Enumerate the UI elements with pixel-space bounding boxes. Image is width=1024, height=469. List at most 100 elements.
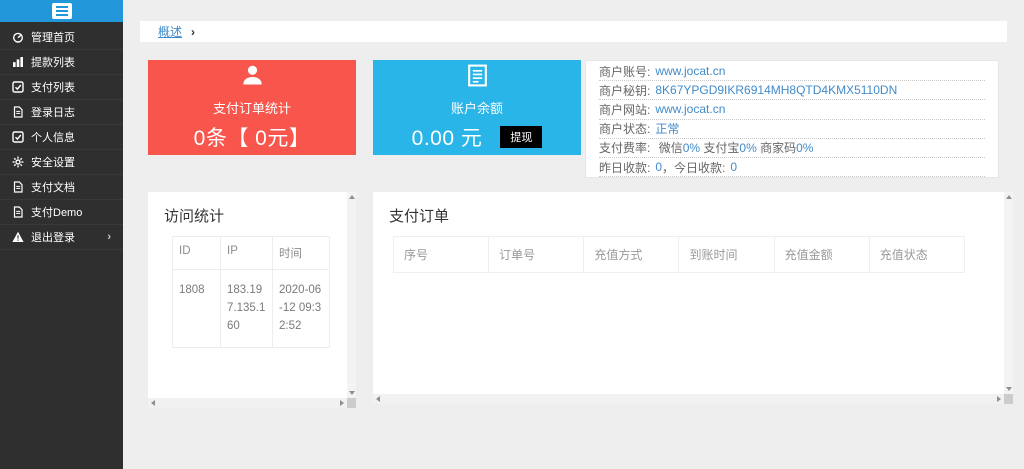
sidebar-item-withdraw-list[interactable]: 提款列表 — [0, 50, 123, 75]
chevron-right-icon: › — [191, 25, 195, 39]
scroll-up-icon[interactable] — [349, 195, 355, 199]
scroll-down-icon[interactable] — [1006, 387, 1012, 391]
balance-value: 0.00 元 — [412, 122, 483, 152]
check-square-icon — [12, 81, 24, 93]
file-icon — [12, 206, 24, 218]
income-row: 昨日收款: 0 ，今日收款: 0 — [599, 158, 985, 177]
today-income-value: 0 — [730, 160, 737, 174]
merchant-account-row: 商户账号: www.jocat.cn — [599, 62, 985, 81]
list-icon — [465, 63, 490, 93]
sidebar-item-label: 安全设置 — [31, 154, 75, 170]
sidebar-item-admin-home[interactable]: 管理首页 — [0, 25, 123, 50]
merchant-website-link[interactable]: www.jocat.cn — [655, 102, 725, 116]
bar-chart-icon — [12, 56, 24, 68]
chevron-right-icon: › — [107, 231, 111, 243]
payment-order-stats-card: 支付订单统计 0条【 0元】 — [148, 60, 356, 155]
hamburger-icon — [56, 6, 68, 8]
merchant-secret-label: 商户秘钥: — [599, 82, 650, 99]
menu-toggle-button[interactable] — [52, 3, 72, 19]
vertical-scrollbar[interactable] — [1004, 192, 1013, 394]
scroll-left-icon[interactable] — [151, 400, 155, 406]
check-square-icon — [12, 131, 24, 143]
sidebar: 管理首页 提款列表 支付列表 登录日志 — [0, 0, 123, 469]
sidebar-item-label: 支付列表 — [31, 79, 75, 95]
column-header-arrival-time: 到账时间 — [679, 237, 774, 273]
stat-card-title: 支付订单统计 — [213, 98, 291, 117]
gears-icon — [12, 156, 24, 168]
merchant-status-label: 商户状态: — [599, 120, 650, 137]
sidebar-item-security-settings[interactable]: 安全设置 — [0, 150, 123, 175]
fee-wechat-value: 0% — [683, 141, 700, 155]
column-header-amount: 充值金额 — [774, 237, 869, 273]
column-header-ip: IP — [221, 237, 273, 270]
merchant-info-panel: 商户账号: www.jocat.cn 商户秘钥: 8K67YPGD9IKR691… — [585, 60, 999, 178]
visit-time-cell: 2020-06-12 09:32:52 — [273, 270, 330, 348]
today-income-label: ，今日收款: — [662, 159, 725, 176]
visit-stats-table: ID IP 时间 1808 183.197.135.160 2020-06-12… — [172, 236, 330, 348]
sidebar-item-label: 支付文档 — [31, 179, 75, 195]
sidebar-item-label: 提款列表 — [31, 54, 75, 70]
sidebar-item-payment-list[interactable]: 支付列表 — [0, 75, 123, 100]
column-header-status: 充值状态 — [869, 237, 964, 273]
stat-card-value: 0条【 0元】 — [194, 122, 311, 152]
file-icon — [12, 106, 24, 118]
withdraw-button[interactable]: 提现 — [500, 126, 542, 148]
hamburger-icon — [56, 10, 68, 12]
column-header-seq: 序号 — [394, 237, 489, 273]
merchant-account-link[interactable]: www.jocat.cn — [655, 64, 725, 78]
merchant-secret-value: 8K67YPGD9IKR6914MH8QTD4KMX5110DN — [655, 83, 897, 97]
merchant-secret-row: 商户秘钥: 8K67YPGD9IKR6914MH8QTD4KMX5110DN — [599, 81, 985, 100]
sidebar-item-payment-docs[interactable]: 支付文档 — [0, 175, 123, 200]
account-balance-card: 账户余额 0.00 元 提现 — [373, 60, 581, 155]
stat-card-title: 账户余额 — [451, 98, 503, 117]
sidebar-menu: 管理首页 提款列表 支付列表 登录日志 — [0, 22, 123, 250]
visit-ip-cell: 183.197.135.160 — [221, 270, 273, 348]
fee-merchantcode-value: 0% — [796, 141, 813, 155]
horizontal-scrollbar[interactable] — [148, 398, 347, 408]
scroll-down-icon[interactable] — [349, 391, 355, 395]
breadcrumb-link-overview[interactable]: 概述 — [158, 23, 182, 40]
scroll-left-icon[interactable] — [376, 396, 380, 402]
sidebar-item-login-log[interactable]: 登录日志 — [0, 100, 123, 125]
sidebar-header — [0, 0, 123, 22]
sidebar-item-logout[interactable]: 退出登录 › — [0, 225, 123, 250]
table-row: 1808 183.197.135.160 2020-06-12 09:32:52 — [173, 270, 330, 348]
sidebar-item-label: 退出登录 — [31, 229, 75, 245]
visit-id-cell: 1808 — [173, 270, 221, 348]
sidebar-item-label: 个人信息 — [31, 129, 75, 145]
merchant-status-row: 商户状态: 正常 — [599, 120, 985, 139]
yesterday-income-label: 昨日收款: — [599, 159, 650, 176]
visit-stats-title: 访问统计 — [148, 192, 347, 236]
payment-fee-row: 支付费率: 微信0% 支付宝0% 商家码0% — [599, 139, 985, 158]
payment-orders-table: 序号 订单号 充值方式 到账时间 充值金额 充值状态 — [393, 236, 965, 273]
user-icon — [240, 63, 265, 93]
merchant-website-label: 商户网站: — [599, 101, 650, 118]
breadcrumb: 概述 › — [140, 21, 1007, 42]
sidebar-item-payment-demo[interactable]: 支付Demo — [0, 200, 123, 225]
hamburger-icon — [56, 14, 68, 16]
sidebar-item-label: 管理首页 — [31, 29, 75, 45]
dashboard-page: 管理首页 提款列表 支付列表 登录日志 — [0, 0, 1024, 469]
horizontal-scrollbar[interactable] — [373, 394, 1004, 404]
sidebar-item-label: 登录日志 — [31, 104, 75, 120]
fee-merchantcode-label: 商家码 — [757, 139, 796, 156]
fee-alipay-label: 支付宝 — [700, 139, 739, 156]
column-header-time: 时间 — [273, 237, 330, 270]
payment-orders-panel: 支付订单 序号 订单号 充值方式 到账时间 充值金额 充值状态 — [373, 192, 1013, 404]
column-header-order-no: 订单号 — [489, 237, 584, 273]
scroll-right-icon[interactable] — [997, 396, 1001, 402]
scroll-up-icon[interactable] — [1006, 195, 1012, 199]
merchant-website-row: 商户网站: www.jocat.cn — [599, 100, 985, 119]
scrollbar-corner — [347, 398, 356, 408]
scrollbar-corner — [1004, 394, 1013, 404]
scroll-right-icon[interactable] — [340, 400, 344, 406]
merchant-status-badge: 正常 — [655, 120, 679, 137]
sidebar-item-profile[interactable]: 个人信息 — [0, 125, 123, 150]
column-header-pay-method: 充值方式 — [584, 237, 679, 273]
payment-orders-title: 支付订单 — [373, 192, 1004, 236]
column-header-id: ID — [173, 237, 221, 270]
file-icon — [12, 181, 24, 193]
vertical-scrollbar[interactable] — [347, 192, 356, 398]
fee-wechat-label: 微信 — [659, 139, 683, 156]
fee-alipay-value: 0% — [739, 141, 756, 155]
